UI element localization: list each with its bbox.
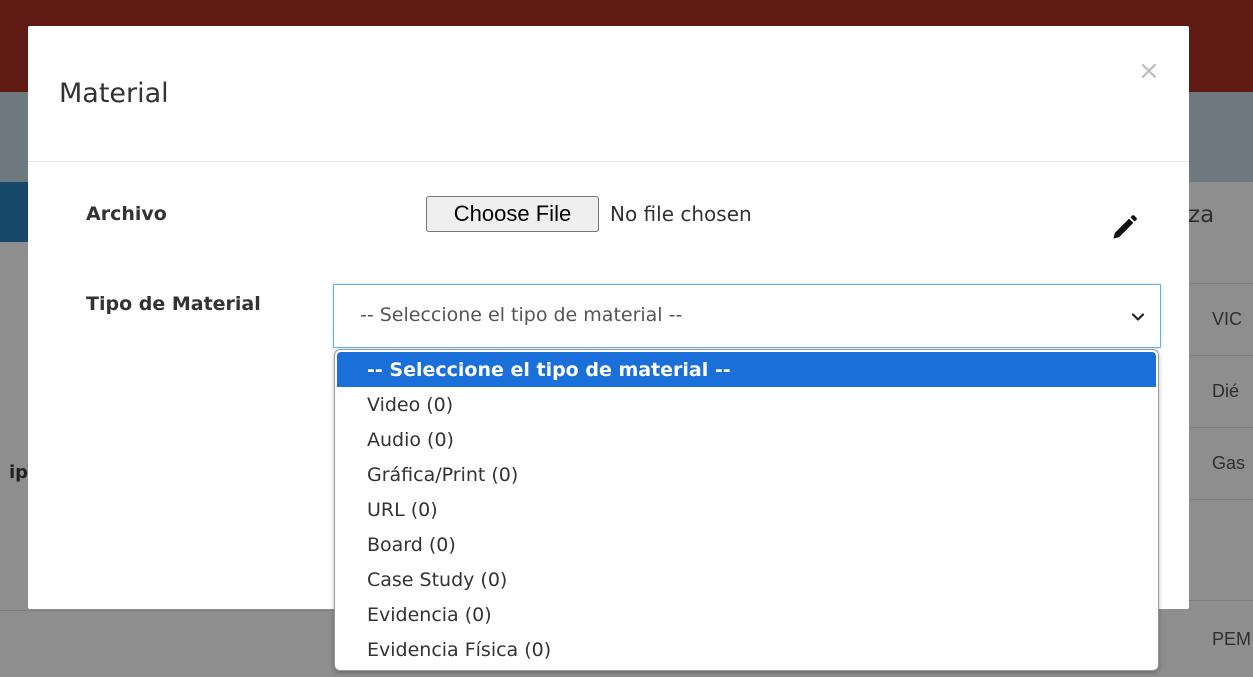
background-table-cell: Gas	[1190, 427, 1253, 499]
dropdown-option[interactable]: -- Seleccione el tipo de material --	[337, 352, 1156, 387]
dropdown-option[interactable]: Gráfica/Print (0)	[335, 457, 1158, 492]
background-left-label: ip	[8, 462, 28, 483]
background-table-cell: Dié	[1190, 355, 1253, 427]
background-table-row	[0, 610, 334, 677]
chevron-down-icon	[1131, 313, 1145, 321]
tipo-material-label: Tipo de Material	[86, 293, 261, 315]
dropdown-option[interactable]: Case Study (0)	[335, 562, 1158, 597]
background-table-cell: PEM	[1190, 600, 1253, 677]
choose-file-button[interactable]: Choose File	[426, 196, 599, 232]
dropdown-option[interactable]: Evidencia (0)	[335, 597, 1158, 632]
background-column-header: za	[1188, 202, 1215, 228]
dropdown-option[interactable]: Evidencia Física (0)	[335, 632, 1158, 667]
background-table-cell	[1190, 499, 1253, 599]
dropdown-option[interactable]: URL (0)	[335, 492, 1158, 527]
pencil-icon[interactable]	[1108, 212, 1140, 244]
modal-header: Material ×	[28, 26, 1189, 162]
tipo-material-select[interactable]: -- Seleccione el tipo de material --	[333, 284, 1161, 348]
archivo-label: Archivo	[86, 203, 167, 225]
modal-title: Material	[59, 78, 169, 109]
tipo-material-dropdown-list: -- Seleccione el tipo de material -- Vid…	[334, 349, 1159, 671]
dropdown-option[interactable]: Video (0)	[335, 387, 1158, 422]
dropdown-option[interactable]: Board (0)	[335, 527, 1158, 562]
close-icon[interactable]: ×	[1138, 58, 1160, 84]
file-status-text: No file chosen	[610, 202, 752, 226]
background-table-cell: VIC	[1190, 283, 1253, 355]
dropdown-option[interactable]: Audio (0)	[335, 422, 1158, 457]
select-current-value: -- Seleccione el tipo de material --	[360, 304, 683, 326]
